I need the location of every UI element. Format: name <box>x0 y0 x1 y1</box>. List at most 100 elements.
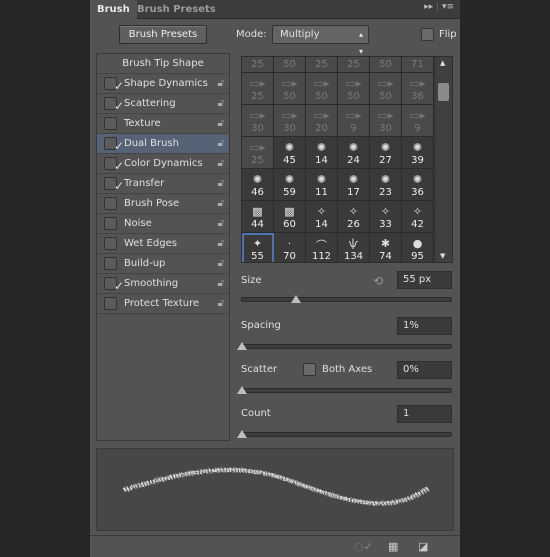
option-item[interactable]: ✓ Scattering 🔓︎ <box>97 94 229 114</box>
brush-tip-cell[interactable]: ✺ 36 <box>402 169 434 201</box>
option-checkbox[interactable]: ✓ <box>104 177 124 193</box>
scatter-slider-thumb[interactable] <box>237 386 247 394</box>
option-checkbox[interactable] <box>104 197 117 210</box>
brush-tip-cell[interactable]: ✧ 33 <box>370 201 402 233</box>
lock-icon[interactable]: 🔓︎ <box>218 94 224 113</box>
new-brush-icon[interactable]: ◪ <box>418 540 428 553</box>
lock-icon[interactable]: 🔓︎ <box>218 254 224 273</box>
lock-icon[interactable]: 🔓︎ <box>218 134 224 153</box>
brush-tip-cell[interactable]: ▭▸ 20 <box>306 105 338 137</box>
flip-checkbox[interactable] <box>421 28 434 41</box>
brush-tip-cell[interactable]: ✺ 24 <box>338 137 370 169</box>
brush-tip-cell[interactable]: 25 <box>338 57 370 73</box>
brush-tip-cell[interactable]: ✺ 14 <box>306 137 338 169</box>
brush-tip-cell[interactable]: 71 <box>402 57 434 73</box>
option-item[interactable]: Protect Texture 🔓︎ <box>97 294 229 314</box>
option-checkbox[interactable] <box>104 297 117 310</box>
option-item[interactable]: ✓ Smoothing 🔓︎ <box>97 274 229 294</box>
brush-grid-view-icon[interactable]: ▦ <box>388 540 398 553</box>
spacing-slider[interactable] <box>237 342 452 350</box>
brush-tip-cell[interactable]: ● 95 <box>402 233 434 262</box>
brush-tip-cell[interactable]: ⌒ 112 <box>306 233 338 262</box>
scroll-thumb[interactable] <box>438 83 449 101</box>
toggle-live-tip-icon[interactable]: ◌✓ <box>354 540 373 553</box>
option-item[interactable]: Brush Pose 🔓︎ <box>97 194 229 214</box>
option-item[interactable]: ✓ Transfer 🔓︎ <box>97 174 229 194</box>
lock-icon[interactable]: 🔓︎ <box>218 74 224 93</box>
brush-tip-cell[interactable]: ✺ 17 <box>338 169 370 201</box>
brush-tip-cell[interactable]: ✺ 11 <box>306 169 338 201</box>
brush-tip-cell[interactable]: ▭▸ 30 <box>242 105 274 137</box>
option-item[interactable]: Noise 🔓︎ <box>97 214 229 234</box>
brush-tip-shape-item[interactable]: Brush Tip Shape <box>97 54 229 74</box>
brush-tip-cell[interactable]: ▭▸ 9 <box>402 105 434 137</box>
brush-tip-cell[interactable]: ▭▸ 50 <box>306 73 338 105</box>
option-checkbox[interactable]: ✓ <box>104 97 124 113</box>
brush-tip-cell[interactable]: ✺ 27 <box>370 137 402 169</box>
brush-tip-cell[interactable]: ▭▸ 25 <box>242 73 274 105</box>
lock-icon[interactable]: 🔓︎ <box>218 234 224 253</box>
panel-menu-icon[interactable]: ▾≡ <box>442 2 454 12</box>
grid-scrollbar[interactable]: ▲ ▼ <box>436 57 452 262</box>
brush-tip-cell[interactable]: ✧ 26 <box>338 201 370 233</box>
option-checkbox[interactable]: ✓ <box>104 137 124 153</box>
brush-tip-cell[interactable]: 25 <box>242 57 274 73</box>
size-slider-thumb[interactable] <box>291 295 302 303</box>
brush-tip-cell[interactable]: ▭▸ 50 <box>370 73 402 105</box>
brush-tip-cell[interactable]: ✺ 46 <box>242 169 274 201</box>
option-checkbox[interactable]: ✓ <box>104 277 124 293</box>
brush-tip-cell[interactable]: ✺ 45 <box>274 137 306 169</box>
option-checkbox[interactable] <box>104 217 117 230</box>
brush-tip-cell[interactable]: ▭▸ 30 <box>370 105 402 137</box>
brush-tip-cell[interactable]: ▭▸ 36 <box>402 73 434 105</box>
option-checkbox[interactable]: ✓ <box>104 157 124 173</box>
brush-tip-cell[interactable]: ▭▸ 25 <box>242 137 274 169</box>
brush-tip-cell[interactable]: ✦ 55 <box>242 233 274 262</box>
tab-brush-presets[interactable]: Brush Presets <box>130 0 223 19</box>
brush-tip-cell[interactable]: ✧ 14 <box>306 201 338 233</box>
brush-tip-cell[interactable]: ▩ 60 <box>274 201 306 233</box>
option-item[interactable]: Texture 🔓︎ <box>97 114 229 134</box>
option-checkbox[interactable] <box>104 257 117 270</box>
lock-icon[interactable]: 🔓︎ <box>218 294 224 313</box>
both-axes-checkbox[interactable] <box>303 363 316 376</box>
lock-icon[interactable]: 🔓︎ <box>218 174 224 193</box>
brush-tip-cell[interactable]: 25 <box>306 57 338 73</box>
lock-icon[interactable]: 🔓︎ <box>218 114 224 133</box>
count-input[interactable]: 1 <box>397 405 452 423</box>
option-checkbox[interactable] <box>104 117 117 130</box>
brush-tip-cell[interactable]: ▭▸ 50 <box>274 73 306 105</box>
lock-icon[interactable]: 🔓︎ <box>218 154 224 173</box>
brush-tip-cell[interactable]: ✧ 42 <box>402 201 434 233</box>
option-item[interactable]: Wet Edges 🔓︎ <box>97 234 229 254</box>
size-input[interactable]: 55 px <box>397 271 452 289</box>
brush-tip-cell[interactable]: 50 <box>274 57 306 73</box>
scroll-up-icon[interactable]: ▲ <box>440 59 445 67</box>
lock-icon[interactable]: 🔓︎ <box>218 214 224 233</box>
spacing-slider-thumb[interactable] <box>237 342 247 350</box>
option-item[interactable]: ✓ Shape Dynamics 🔓︎ <box>97 74 229 94</box>
scatter-input[interactable]: 0% <box>397 361 452 379</box>
brush-presets-button[interactable]: Brush Presets <box>119 25 207 44</box>
brush-tip-cell[interactable]: ✺ 39 <box>402 137 434 169</box>
brush-tip-cell[interactable]: ѱ 134 <box>338 233 370 262</box>
size-slider[interactable] <box>241 295 452 303</box>
option-checkbox[interactable] <box>104 237 117 250</box>
option-item[interactable]: ✓ Dual Brush 🔓︎ <box>97 134 229 154</box>
brush-tip-cell[interactable]: ▩ 44 <box>242 201 274 233</box>
count-slider-thumb[interactable] <box>237 430 247 438</box>
scatter-slider[interactable] <box>237 386 452 394</box>
scroll-down-icon[interactable]: ▼ <box>440 252 445 260</box>
brush-tip-cell[interactable]: ✺ 59 <box>274 169 306 201</box>
brush-tip-cell[interactable]: ▭▸ 9 <box>338 105 370 137</box>
lock-icon[interactable]: 🔓︎ <box>218 194 224 213</box>
brush-tip-cell[interactable]: 50 <box>370 57 402 73</box>
option-item[interactable]: Build-up 🔓︎ <box>97 254 229 274</box>
brush-tip-cell[interactable]: ▭▸ 50 <box>338 73 370 105</box>
option-checkbox[interactable]: ✓ <box>104 77 124 93</box>
brush-tip-cell[interactable]: ▭▸ 30 <box>274 105 306 137</box>
reset-size-icon[interactable]: ⟲ <box>373 274 383 288</box>
count-slider[interactable] <box>237 430 452 438</box>
brush-tip-cell[interactable]: ✱ 74 <box>370 233 402 262</box>
brush-tip-cell[interactable]: ✺ 23 <box>370 169 402 201</box>
